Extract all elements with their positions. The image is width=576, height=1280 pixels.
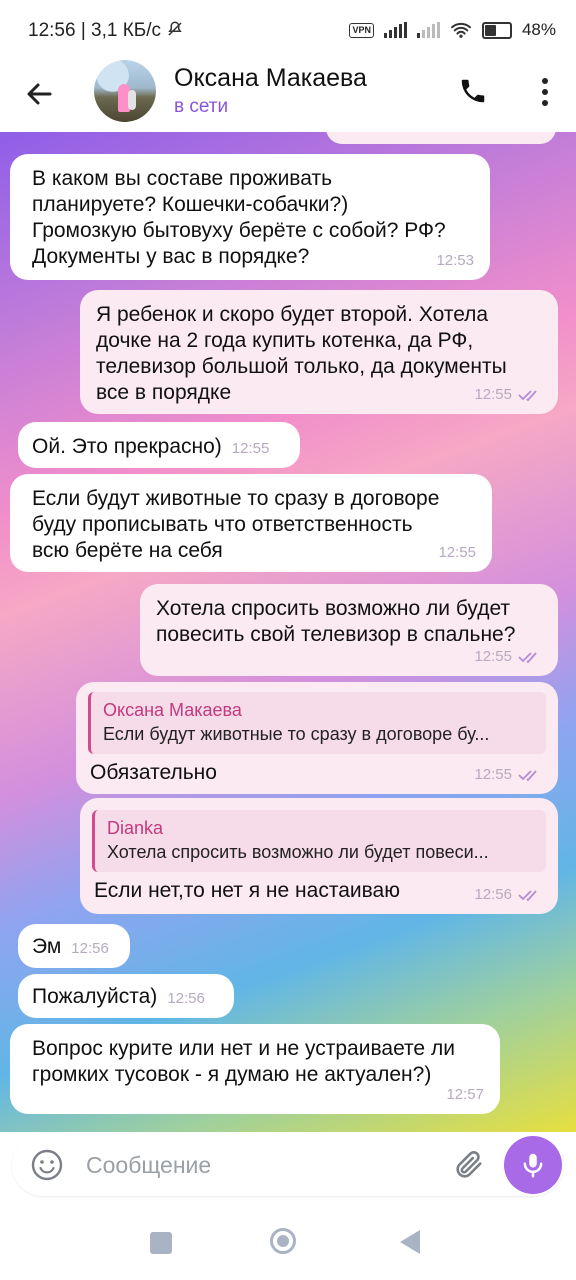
message-bubble[interactable]: Пожалуйста) 12:56 — [18, 974, 234, 1018]
message-time: 12:55 — [438, 544, 476, 561]
message-bubble[interactable]: Эм 12:56 — [18, 924, 130, 968]
status-time: 12:56 | 3,1 КБ/с — [28, 20, 184, 42]
message-bubble[interactable]: В каком вы составе проживать планируете?… — [10, 154, 490, 280]
reply-author: Оксана Макаева — [103, 700, 242, 720]
message-bubble-partial[interactable] — [326, 132, 556, 144]
read-check-icon — [518, 770, 537, 781]
message-bubble[interactable]: Оксана Макаева Если будут животные то ср… — [76, 682, 558, 794]
message-time: 12:56 — [167, 990, 205, 1007]
mic-button[interactable] — [504, 1136, 562, 1194]
system-nav-bar — [0, 1200, 576, 1280]
message-text: В каком вы составе проживать планируете?… — [32, 167, 446, 268]
contact-name[interactable]: Оксана Макаева — [174, 64, 367, 93]
battery-icon — [481, 21, 512, 39]
battery-percent: 48% — [521, 20, 556, 39]
vpn-icon: VPN — [349, 22, 374, 38]
more-vert-icon[interactable] — [540, 76, 550, 108]
message-bubble[interactable]: Я ребенок и скоро будет второй. Хотела д… — [80, 290, 558, 414]
message-text: Пожалуйста) — [32, 985, 158, 1008]
reply-text: Хотела спросить возможно ли будет повеси… — [107, 842, 489, 862]
message-text: Ой. Это прекрасно) — [32, 435, 222, 458]
signal-2-icon — [416, 22, 440, 38]
reply-author: Dianka — [107, 818, 164, 838]
message-time: 12:55 — [474, 648, 512, 665]
message-input[interactable]: Сообщение — [86, 1152, 211, 1179]
message-bubble[interactable]: Ой. Это прекрасно) 12:55 — [18, 422, 300, 468]
wifi-icon — [450, 22, 471, 38]
message-bubble[interactable]: Хотела спросить возможно ли будет повеси… — [140, 584, 558, 676]
message-composer: Сообщение — [12, 1134, 564, 1196]
message-text: Хотела спросить возможно ли будет повеси… — [156, 597, 516, 646]
avatar[interactable] — [94, 60, 156, 122]
reply-quote[interactable]: Dianka Хотела спросить возможно ли будет… — [92, 810, 546, 872]
home-icon[interactable] — [270, 1228, 296, 1254]
emoji-icon[interactable] — [30, 1148, 64, 1182]
message-bubble[interactable]: Вопрос курите или нет и не устраиваете л… — [10, 1024, 500, 1114]
message-text: Вопрос курите или нет и не устраиваете л… — [32, 1037, 455, 1086]
message-text: Если будут животные то сразу в договоре … — [32, 487, 440, 562]
message-bubble[interactable]: Dianka Хотела спросить возможно ли будет… — [80, 798, 558, 914]
message-time: 12:55 — [474, 766, 512, 783]
online-status: в сети — [174, 96, 229, 117]
message-time: 12:55 — [231, 440, 270, 457]
mute-notifications-icon — [168, 21, 182, 36]
message-bubble[interactable]: Если будут животные то сразу в договоре … — [10, 474, 492, 572]
read-check-icon — [518, 390, 537, 401]
status-bar: 12:56 | 3,1 КБ/с VPN 48% — [0, 0, 576, 60]
mic-icon — [523, 1153, 543, 1178]
phone-icon[interactable] — [458, 76, 488, 106]
reply-text: Если будут животные то сразу в договоре … — [103, 724, 490, 744]
nav-back-icon[interactable] — [400, 1230, 420, 1254]
read-check-icon — [518, 890, 537, 901]
read-check-icon — [518, 652, 537, 663]
message-time: 12:56 — [474, 886, 512, 903]
back-arrow-icon[interactable] — [20, 74, 60, 114]
chat-area[interactable]: В каком вы составе проживать планируете?… — [0, 132, 576, 1132]
attach-icon[interactable] — [452, 1148, 486, 1182]
chat-header: Оксана Макаева в сети — [0, 60, 576, 133]
message-text: Эм — [32, 935, 62, 958]
message-time: 12:57 — [446, 1086, 484, 1103]
signal-icon — [383, 22, 407, 38]
message-time: 12:56 — [71, 940, 109, 957]
reply-quote[interactable]: Оксана Макаева Если будут животные то ср… — [88, 692, 546, 754]
message-time: 12:55 — [474, 386, 512, 403]
recents-icon[interactable] — [150, 1232, 172, 1254]
message-time: 12:53 — [436, 252, 474, 269]
